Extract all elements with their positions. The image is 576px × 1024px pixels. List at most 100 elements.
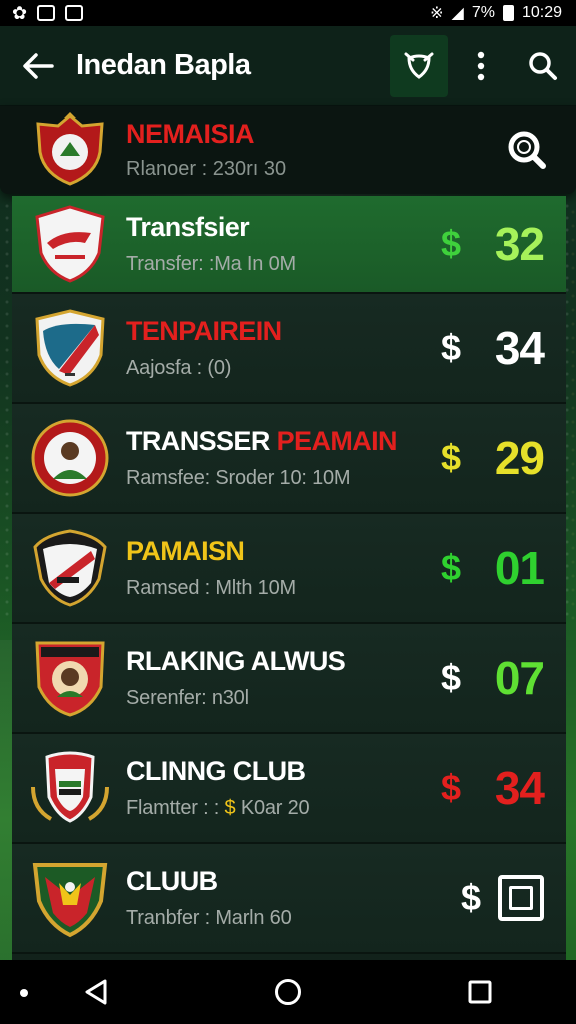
row-subtitle: Ramsed : Mlth 10M xyxy=(126,577,296,599)
row-text: Transfsier Transfer: :Ma In 0M xyxy=(120,212,438,276)
row-subtitle: Aajosfa : (0) xyxy=(126,357,232,379)
list-item[interactable]: TRANSSER PEAMAIN Ramsfee: Sroder 10: 10M… xyxy=(12,404,566,514)
row-title: CLINNG CLUB xyxy=(126,756,306,786)
row-title: CLUUB xyxy=(126,866,218,896)
signal-icon: ◢ xyxy=(451,5,464,22)
header-card[interactable]: NEMAISIA Rlanoer : 230rı 30 xyxy=(0,106,576,194)
system-nav-bar xyxy=(0,960,576,1024)
status-icons-right: ※ ◢ 7% 10:29 xyxy=(430,3,562,23)
row-value: $ 34 xyxy=(438,761,545,815)
club-crest-icon xyxy=(36,112,104,186)
row-title: Transfsier xyxy=(126,212,250,242)
row-title: PAMAISN xyxy=(126,536,245,566)
circle-home-icon xyxy=(275,979,301,1005)
row-value: $ 32 xyxy=(438,217,545,271)
triangle-back-icon xyxy=(85,979,107,1005)
row-text: CLUUB Tranbfer : Marln 60 xyxy=(120,866,458,930)
transfer-value: 34 xyxy=(494,762,545,814)
row-subtitle: Tranbfer : Marln 60 xyxy=(126,907,292,929)
dollar-icon: $ xyxy=(440,547,462,588)
more-vertical-icon xyxy=(477,51,485,80)
row-text: TRANSSER PEAMAIN Ramsfee: Sroder 10: 10M xyxy=(120,426,438,490)
search-icon xyxy=(508,131,546,169)
player-crest-icon xyxy=(31,419,109,497)
notification-icon xyxy=(37,5,56,21)
row-title: TENPAIREIN xyxy=(126,316,282,346)
bluetooth-icon: ✿ xyxy=(12,2,28,23)
crest xyxy=(20,527,120,609)
row-subtitle: Serenfer: n30l xyxy=(126,687,249,709)
header-title: NEMAISIA xyxy=(126,119,255,149)
crest xyxy=(20,747,120,829)
row-text: TENPAIREIN Aajosfa : (0) xyxy=(120,316,438,380)
nav-recents-button[interactable] xyxy=(450,962,510,1022)
square-recents-icon xyxy=(468,980,492,1004)
dollar-icon: $ xyxy=(440,223,462,264)
club-crest-icon xyxy=(35,309,105,387)
row-value: $ 07 xyxy=(438,651,545,705)
list-item[interactable]: PAMAISN Ramsed : Mlth 10M $ 01 xyxy=(12,514,566,624)
row-value: $ 29 xyxy=(438,431,545,485)
crest xyxy=(20,417,120,499)
transfer-value: 07 xyxy=(494,652,545,704)
nav-home-button[interactable] xyxy=(258,962,318,1022)
status-icons-left: ✿ xyxy=(12,2,84,24)
player-crest-icon xyxy=(35,641,105,717)
header-subtitle: Rlanoer : 230rı 30 xyxy=(126,158,287,180)
search-button[interactable] xyxy=(514,35,572,97)
row-value: $ xyxy=(458,875,544,921)
crest xyxy=(20,203,120,285)
list-item[interactable]: CLUUB Tranbfer : Marln 60 $ xyxy=(12,844,566,954)
arrow-left-icon xyxy=(23,52,54,79)
more-options-button[interactable] xyxy=(452,35,510,97)
club-crest-icon xyxy=(33,529,107,607)
app-notification-icon xyxy=(65,5,84,21)
row-title: TRANSSER PEAMAIN xyxy=(126,426,398,456)
club-crest-icon xyxy=(31,751,109,823)
back-button[interactable] xyxy=(0,26,76,106)
status-bar: ✿ ※ ◢ 7% 10:29 xyxy=(0,0,576,26)
transfer-value: 29 xyxy=(494,432,545,484)
header-search-button[interactable] xyxy=(492,115,562,185)
row-subtitle: Ramsfee: Sroder 10: 10M xyxy=(126,467,351,489)
row-value: $ 34 xyxy=(438,321,545,375)
transfer-value: 32 xyxy=(494,218,545,270)
list-item[interactable]: CLINNG CLUB Flamtter : : $ K0ar 20 $ 34 xyxy=(12,734,566,844)
search-icon xyxy=(529,51,557,80)
crest xyxy=(20,307,120,389)
dollar-icon: $ xyxy=(460,877,482,918)
app-bar: Inedan Bapla xyxy=(0,26,576,106)
crest xyxy=(20,637,120,719)
battery-icon xyxy=(502,5,514,21)
vibrate-icon: ※ xyxy=(430,5,444,22)
transfer-value: 01 xyxy=(494,542,545,594)
square-icon[interactable] xyxy=(498,875,544,921)
eagle-crest-icon xyxy=(32,863,108,938)
row-title: RLAKING ALWUS xyxy=(126,646,346,676)
dollar-icon: $ xyxy=(440,767,462,808)
row-subtitle: Transfer: :Ma In 0M xyxy=(126,253,296,275)
row-text: CLINNG CLUB Flamtter : : $ K0ar 20 xyxy=(120,756,438,820)
list-item[interactable]: Transfsier Transfer: :Ma In 0M $ 32 xyxy=(12,196,566,294)
row-subtitle: Flamtter : : $ K0ar 20 xyxy=(126,797,310,819)
nav-back-button[interactable] xyxy=(66,962,126,1022)
dollar-icon: $ xyxy=(440,327,462,368)
battery-percent: 7% xyxy=(471,4,495,21)
list-item[interactable]: RLAKING ALWUS Serenfer: n30l $ 07 xyxy=(12,624,566,734)
crest xyxy=(20,857,120,939)
list-item[interactable]: TENPAIREIN Aajosfa : (0) $ 34 xyxy=(12,294,566,404)
dollar-icon: $ xyxy=(440,657,462,698)
badge-action-button[interactable] xyxy=(390,34,448,97)
app-title: Inedan Bapla xyxy=(76,49,251,81)
club-crest-icon xyxy=(35,205,105,283)
transfer-list: Transfsier Transfer: :Ma In 0M $ 32 TENP… xyxy=(12,196,566,960)
header-text: NEMAISIA Rlanoer : 230rı 30 xyxy=(126,119,492,181)
transfer-value: 34 xyxy=(494,322,545,374)
row-text: RLAKING ALWUS Serenfer: n30l xyxy=(120,646,438,710)
nav-dot-icon xyxy=(20,989,28,997)
row-value: $ 01 xyxy=(438,541,545,595)
clock: 10:29 xyxy=(521,4,562,21)
dollar-icon: $ xyxy=(440,437,462,478)
shield-badge-icon xyxy=(404,52,434,79)
row-text: PAMAISN Ramsed : Mlth 10M xyxy=(120,536,438,600)
